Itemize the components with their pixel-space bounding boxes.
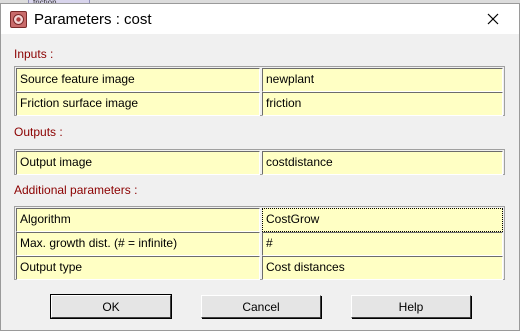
- algorithm-label: Algorithm: [16, 208, 260, 232]
- help-button[interactable]: Help: [351, 295, 471, 318]
- source-feature-image-label: Source feature image: [16, 68, 260, 92]
- friction-surface-image-label: Friction surface image: [16, 92, 260, 116]
- inputs-section-label: Inputs :: [14, 47, 54, 61]
- table-row: Friction surface image friction: [15, 91, 504, 116]
- source-feature-image-field[interactable]: newplant: [262, 68, 503, 92]
- title-bar[interactable]: Parameters : cost: [1, 4, 519, 34]
- algorithm-select[interactable]: CostGrow: [262, 208, 503, 232]
- table-row: Algorithm CostGrow: [15, 207, 504, 232]
- table-row: Source feature image newplant: [15, 67, 504, 92]
- close-button[interactable]: [471, 4, 515, 34]
- additional-parameters-table: Algorithm CostGrow Max. growth dist. (# …: [14, 206, 505, 280]
- outputs-section-label: Outputs :: [14, 125, 63, 139]
- close-icon: [487, 13, 499, 25]
- output-image-label: Output image: [16, 151, 260, 175]
- cancel-button[interactable]: Cancel: [201, 295, 321, 318]
- outputs-table: Output image costdistance: [14, 149, 505, 175]
- output-type-select[interactable]: Cost distances: [262, 256, 503, 280]
- max-growth-distance-label: Max. growth dist. (# = infinite): [16, 232, 260, 256]
- additional-parameters-section-label: Additional parameters :: [14, 183, 138, 197]
- table-row: Output image costdistance: [15, 150, 504, 175]
- table-row: Max. growth dist. (# = infinite) #: [15, 231, 504, 256]
- max-growth-distance-field[interactable]: #: [262, 232, 503, 256]
- window-title: Parameters : cost: [34, 11, 152, 28]
- inputs-table: Source feature image newplant Friction s…: [14, 66, 505, 116]
- app-icon: [10, 11, 27, 28]
- parameters-dialog: Parameters : cost Inputs : Source featur…: [0, 3, 520, 331]
- table-row: Output type Cost distances: [15, 255, 504, 280]
- output-image-field[interactable]: costdistance: [262, 151, 503, 175]
- output-type-label: Output type: [16, 256, 260, 280]
- friction-surface-image-field[interactable]: friction: [262, 92, 503, 116]
- ok-button[interactable]: OK: [50, 294, 172, 319]
